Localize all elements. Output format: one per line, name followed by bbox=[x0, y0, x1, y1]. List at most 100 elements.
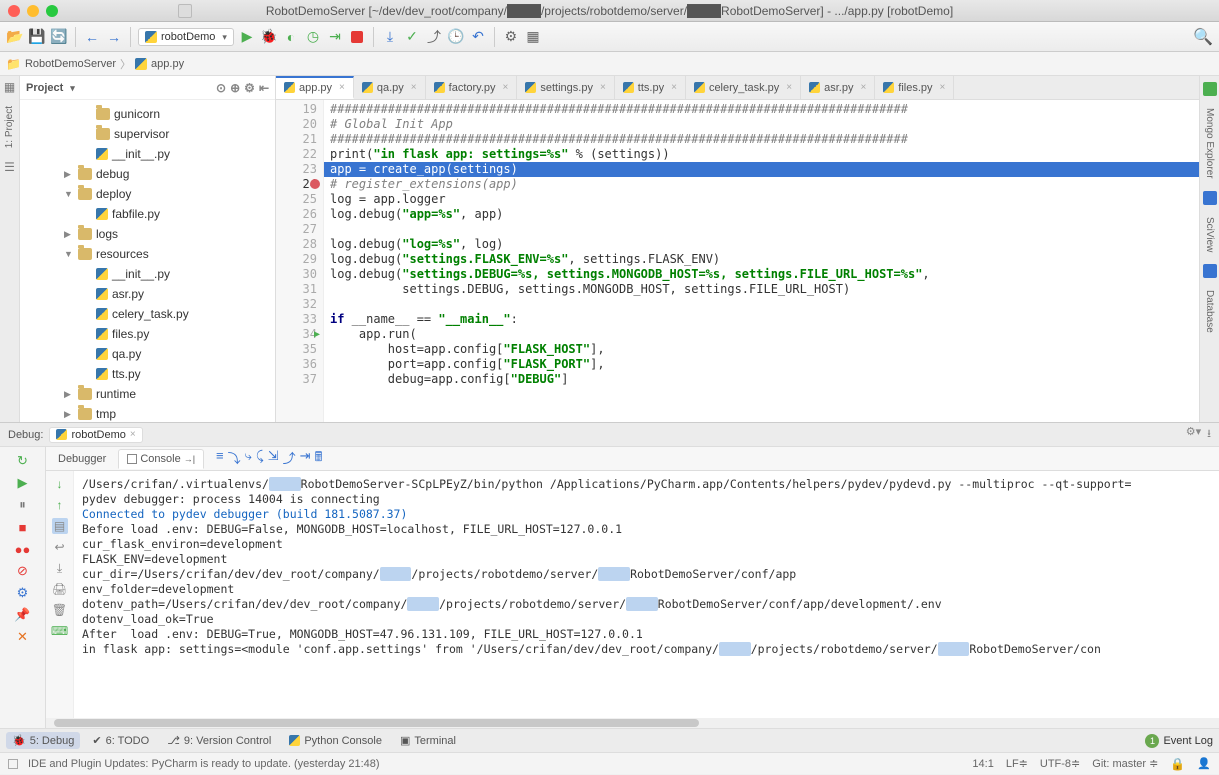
tree-item[interactable]: ▼resources bbox=[20, 244, 275, 264]
editor-tab[interactable]: celery_task.py× bbox=[686, 76, 801, 99]
rerun-icon[interactable]: ↻ bbox=[15, 453, 31, 469]
sciview-tool-label[interactable]: SciView bbox=[1204, 213, 1215, 256]
scroll-end-icon[interactable]: ⤓ bbox=[52, 560, 68, 576]
breadcrumb-root[interactable]: RobotDemoServer bbox=[25, 58, 116, 70]
project-tool-label[interactable]: 1: Project bbox=[4, 102, 15, 152]
step-into-my-icon[interactable]: ⤹ bbox=[256, 448, 264, 470]
search-everywhere-icon[interactable]: 🔍 bbox=[1193, 27, 1213, 47]
sciview-icon[interactable] bbox=[1203, 191, 1217, 205]
close-debug-icon[interactable]: ✕ bbox=[15, 629, 31, 645]
show-exec-point-icon[interactable]: ≡ bbox=[216, 448, 224, 470]
status-box-icon[interactable] bbox=[8, 759, 18, 769]
mute-breakpoints-icon[interactable]: ⊘ bbox=[15, 563, 31, 579]
back-icon[interactable]: ← bbox=[83, 28, 101, 46]
evaluate-icon[interactable]: 🖩 bbox=[315, 448, 323, 470]
editor-tab[interactable]: asr.py× bbox=[801, 76, 875, 99]
view-breakpoints-icon[interactable]: ●● bbox=[15, 541, 31, 557]
print-icon[interactable]: 🖨 bbox=[52, 581, 68, 597]
debugger-tab[interactable]: Debugger bbox=[50, 450, 114, 468]
structure-icon[interactable]: ▦ bbox=[524, 28, 542, 46]
tool-window-button[interactable]: 🐞5: Debug bbox=[6, 732, 80, 749]
step-out-icon[interactable]: ⤴ bbox=[283, 448, 296, 470]
lock-icon[interactable]: 🔒 bbox=[1170, 757, 1185, 771]
run-to-cursor-icon[interactable]: ⇥ bbox=[300, 448, 311, 470]
debug-settings-icon[interactable]: ⚙▾ bbox=[1186, 425, 1201, 444]
editor-tab[interactable]: tts.py× bbox=[615, 76, 686, 99]
console-output[interactable]: /Users/crifan/.virtualenvs/████RobotDemo… bbox=[74, 471, 1219, 718]
clear-icon[interactable]: 🗑 bbox=[52, 602, 68, 618]
close-tab-icon[interactable]: × bbox=[130, 429, 136, 440]
locate-icon[interactable]: ⊕ bbox=[230, 81, 240, 95]
stop-button[interactable] bbox=[348, 28, 366, 46]
inspector-icon[interactable]: 👤 bbox=[1197, 757, 1211, 770]
editor-gutter[interactable]: 19202122232425262728293031323334▶353637 bbox=[276, 100, 324, 422]
debug-button[interactable]: 🐞 bbox=[260, 28, 278, 46]
editor-tab[interactable]: settings.py× bbox=[517, 76, 614, 99]
tool-window-button[interactable]: Python Console bbox=[283, 732, 388, 749]
mongo-tool-label[interactable]: Mongo Explorer bbox=[1204, 104, 1215, 183]
project-tree[interactable]: gunicornsupervisor__init__.py▶debug▼depl… bbox=[20, 100, 275, 422]
soft-wrap-icon[interactable]: ↩ bbox=[52, 539, 68, 555]
undo-icon[interactable]: ↶ bbox=[469, 28, 487, 46]
breadcrumb-file[interactable]: app.py bbox=[151, 58, 184, 70]
editor-tab[interactable]: app.py× bbox=[276, 76, 354, 99]
tree-item[interactable]: ▶tmp bbox=[20, 404, 275, 422]
up-icon[interactable]: ↑ bbox=[52, 497, 68, 513]
database-icon[interactable] bbox=[1203, 264, 1217, 278]
vcs-history-icon[interactable]: 🕒 bbox=[447, 28, 465, 46]
gear-icon[interactable]: ⚙ bbox=[244, 81, 255, 95]
tool-window-button[interactable]: ✔6: TODO bbox=[86, 732, 155, 749]
git-branch[interactable]: Git: master ≑ bbox=[1092, 757, 1158, 770]
filter-icon[interactable]: ▤ bbox=[52, 518, 68, 534]
vcs-update-icon[interactable]: ⤓ bbox=[381, 28, 399, 46]
line-separator[interactable]: LF≑ bbox=[1006, 757, 1028, 770]
tree-item[interactable]: ▶logs bbox=[20, 224, 275, 244]
collapse-icon[interactable]: ⊙ bbox=[216, 81, 226, 95]
tree-item[interactable]: qa.py bbox=[20, 344, 275, 364]
code-area[interactable]: ########################################… bbox=[324, 100, 1199, 422]
console-scrollbar[interactable] bbox=[46, 718, 1219, 728]
editor-body[interactable]: 19202122232425262728293031323334▶353637 … bbox=[276, 100, 1199, 422]
hide-icon[interactable]: ⇤ bbox=[259, 81, 269, 95]
event-log-button[interactable]: 1 Event Log bbox=[1145, 734, 1213, 748]
tree-item[interactable]: __init__.py bbox=[20, 144, 275, 164]
vcs-push-icon[interactable]: ⤴ bbox=[425, 28, 443, 46]
database-tool-label[interactable]: Database bbox=[1204, 286, 1215, 337]
tree-item[interactable]: fabfile.py bbox=[20, 204, 275, 224]
minimize-window-button[interactable] bbox=[27, 5, 39, 17]
tree-item[interactable]: ▼deploy bbox=[20, 184, 275, 204]
tool-window-button[interactable]: ⎇9: Version Control bbox=[161, 732, 277, 749]
run-button[interactable]: ▶ bbox=[238, 28, 256, 46]
console-tab[interactable]: Console →| bbox=[118, 449, 204, 469]
force-step-icon[interactable]: ⇲ bbox=[268, 448, 279, 470]
tree-item[interactable]: ▶runtime bbox=[20, 384, 275, 404]
settings-icon[interactable]: ⚙ bbox=[15, 585, 31, 601]
pause-icon[interactable]: ⏸ bbox=[15, 497, 31, 513]
tree-item[interactable]: celery_task.py bbox=[20, 304, 275, 324]
forward-icon[interactable]: → bbox=[105, 28, 123, 46]
tool-window-button[interactable]: ▣Terminal bbox=[394, 732, 462, 749]
debug-config[interactable]: robotDemo × bbox=[49, 427, 142, 443]
editor-tab[interactable]: factory.py× bbox=[426, 76, 518, 99]
vcs-commit-icon[interactable]: ✓ bbox=[403, 28, 421, 46]
project-tool-icon[interactable]: ▦ bbox=[3, 80, 17, 94]
mongo-icon[interactable] bbox=[1203, 82, 1217, 96]
stop-debug-icon[interactable]: ■ bbox=[15, 519, 31, 535]
resume-icon[interactable]: ▶ bbox=[15, 475, 31, 491]
editor-tab[interactable]: files.py× bbox=[875, 76, 954, 99]
tree-item[interactable]: asr.py bbox=[20, 284, 275, 304]
down-icon[interactable]: ↓ bbox=[52, 476, 68, 492]
settings-icon[interactable]: ⚙ bbox=[502, 28, 520, 46]
tree-item[interactable]: __init__.py bbox=[20, 264, 275, 284]
open-icon[interactable]: 📂 bbox=[6, 28, 24, 46]
pin-icon[interactable]: 📌 bbox=[15, 607, 31, 623]
attach-button[interactable]: ⇥ bbox=[326, 28, 344, 46]
structure-tool-icon[interactable]: ☰ bbox=[3, 160, 17, 174]
cursor-position[interactable]: 14:1 bbox=[972, 758, 993, 770]
tree-item[interactable]: gunicorn bbox=[20, 104, 275, 124]
file-encoding[interactable]: UTF-8≑ bbox=[1040, 757, 1080, 770]
maximize-window-button[interactable] bbox=[46, 5, 58, 17]
profile-button[interactable]: ◷ bbox=[304, 28, 322, 46]
close-window-button[interactable] bbox=[8, 5, 20, 17]
hide-panel-icon[interactable]: ⭳ bbox=[1207, 425, 1211, 444]
